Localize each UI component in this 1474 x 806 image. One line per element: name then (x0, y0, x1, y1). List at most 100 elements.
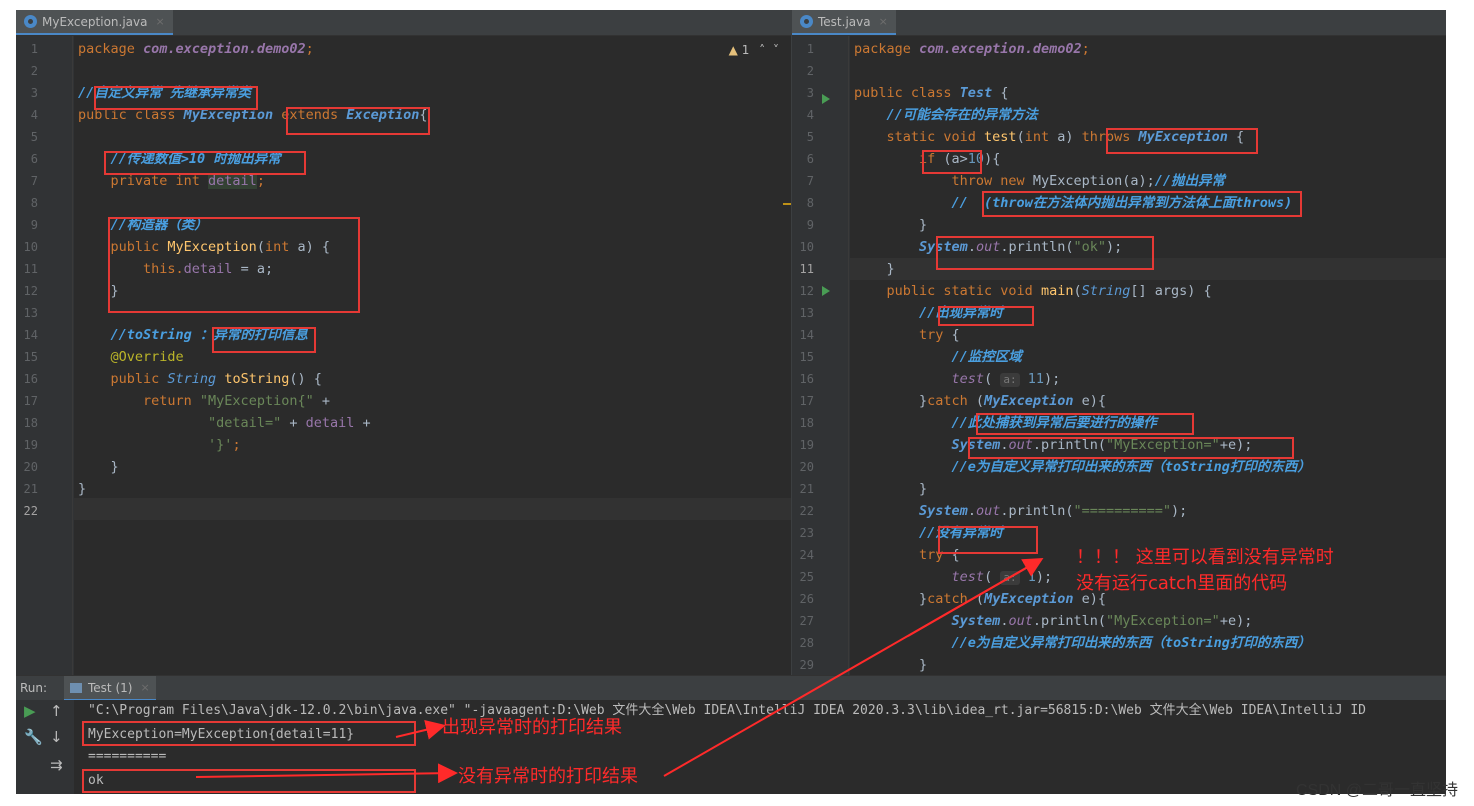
line-number: 7 (806, 174, 814, 188)
line-number: 14 (23, 328, 38, 342)
arrow-down-icon[interactable]: ↓ (50, 728, 63, 746)
line-number: 16 (23, 372, 38, 386)
run-label: Run: (20, 681, 48, 695)
highlight-box (82, 769, 416, 793)
highlight-box (922, 150, 982, 174)
highlight-box (936, 236, 1154, 270)
warning-stripe-marker[interactable] (783, 203, 791, 205)
current-line-highlight (74, 498, 791, 520)
line-number: 13 (799, 306, 814, 320)
highlight-box (108, 217, 360, 313)
highlight-box (976, 413, 1194, 435)
console-line: "C:\Program Files\Java\jdk-12.0.2\bin\ja… (88, 703, 1366, 718)
left-tab-bar: MyException.java × (16, 10, 791, 36)
soft-wrap-icon[interactable]: ⇉ (50, 756, 63, 774)
code-line: throw new MyException(a);//抛出异常 (854, 173, 1225, 189)
code-line: package com.exception.demo02; (78, 41, 314, 57)
line-number: 22 (23, 504, 38, 518)
line-number: 17 (799, 394, 814, 408)
line-number: 18 (799, 416, 814, 430)
line-number: 19 (23, 438, 38, 452)
line-number: 28 (799, 636, 814, 650)
arrow-up-icon[interactable]: ↑ (50, 702, 63, 720)
code-line: return "MyException{" + (78, 393, 330, 409)
code-line: }catch (MyException e){ (854, 393, 1106, 409)
code-line: public String toString() { (78, 371, 322, 387)
code-line: System.out.println("=========="); (919, 503, 1188, 519)
annotation-no-catch-line1: ！！！ 这里可以看到没有异常时 (1076, 547, 1334, 568)
line-number: 6 (30, 152, 38, 166)
chevron-down-icon[interactable]: ˅ (773, 43, 779, 57)
highlight-box (968, 437, 1294, 459)
line-number: 3 (30, 86, 38, 100)
highlight-box (104, 151, 306, 175)
line-number: 14 (799, 328, 814, 342)
tab-title: Test.java (818, 14, 871, 29)
highlight-box (982, 191, 1302, 217)
line-number: 1 (806, 42, 814, 56)
line-number: 7 (30, 174, 38, 188)
gutter-divider (848, 36, 849, 675)
code-line: test( a: 11); (951, 371, 1061, 387)
inspection-widget[interactable]: ▲ 1 ˄ ˅ (729, 43, 779, 57)
line-number: 21 (799, 482, 814, 496)
run-tab-label: Test (1) (88, 680, 133, 695)
highlight-box (938, 526, 1038, 554)
code-line: public class Test { (854, 85, 1009, 101)
line-number: 4 (30, 108, 38, 122)
tab-run-test[interactable]: Test (1) × (64, 676, 156, 701)
tab-myexception-java[interactable]: MyException.java × (16, 10, 173, 35)
line-number: 3 (806, 86, 814, 100)
code-line: //可能会存在的异常方法 (854, 107, 1038, 123)
close-icon[interactable]: × (879, 15, 888, 28)
highlight-box (94, 86, 258, 110)
highlight-box (938, 306, 1034, 326)
code-line: } (854, 261, 895, 277)
line-number: 11 (799, 262, 814, 276)
line-number: 9 (30, 218, 38, 232)
left-editor: MyException.java × ▲ 1 ˄ ˅ 1 2 3 4 5 6 7 8 9 10 11… (16, 10, 791, 675)
tab-test-java[interactable]: Test.java × (792, 10, 896, 35)
console-toolbar: ▶ ↑ 🔧 ↓ ⇉ (16, 700, 74, 794)
line-number: 8 (30, 196, 38, 210)
code-line: //e为自定义异常打印出来的东西（toString打印的东西） (854, 635, 1311, 651)
line-number: 2 (806, 64, 814, 78)
line-number: 23 (799, 526, 814, 540)
highlight-box (82, 721, 416, 746)
code-line: } (854, 217, 928, 233)
line-number: 13 (23, 306, 38, 320)
close-icon[interactable]: × (155, 15, 164, 28)
line-number: 29 (799, 658, 814, 672)
code-line: @Override (78, 349, 184, 365)
line-number: 12 (799, 284, 814, 298)
run-gutter-icon[interactable] (822, 286, 830, 296)
line-number: 12 (23, 284, 38, 298)
java-class-icon (800, 15, 813, 28)
code-line: package com.exception.demo02; (854, 41, 1090, 57)
right-tab-bar: Test.java × (792, 10, 1446, 36)
code-line: }catch (MyException e){ (854, 591, 1106, 607)
code-line: } (854, 657, 928, 673)
gutter-divider (72, 36, 73, 675)
code-line: "detail=" + detail + (208, 415, 371, 431)
close-icon[interactable]: × (140, 681, 149, 694)
code-line: System.out.println("MyException="+e); (951, 613, 1253, 629)
warning-count: 1 (741, 43, 750, 57)
line-number: 2 (30, 64, 38, 78)
highlight-box (212, 327, 316, 353)
annotation-exception-output: 出现异常时的打印结果 (442, 717, 622, 738)
line-number: 5 (30, 130, 38, 144)
line-number: 20 (799, 460, 814, 474)
line-number: 1 (30, 42, 38, 56)
line-number: 6 (806, 152, 814, 166)
wrench-icon[interactable]: 🔧 (24, 728, 43, 746)
console-icon (70, 682, 82, 693)
run-console: ▶ ↑ 🔧 ↓ ⇉ "C:\Program Files\Java\jdk-12.… (16, 700, 1446, 794)
run-gutter-icon[interactable] (822, 94, 830, 104)
rerun-icon[interactable]: ▶ (24, 702, 36, 720)
line-number: 5 (806, 130, 814, 144)
code-line: //监控区域 (854, 349, 1022, 365)
line-number: 11 (23, 262, 38, 276)
chevron-up-icon[interactable]: ˄ (759, 43, 765, 57)
line-number: 16 (799, 372, 814, 386)
